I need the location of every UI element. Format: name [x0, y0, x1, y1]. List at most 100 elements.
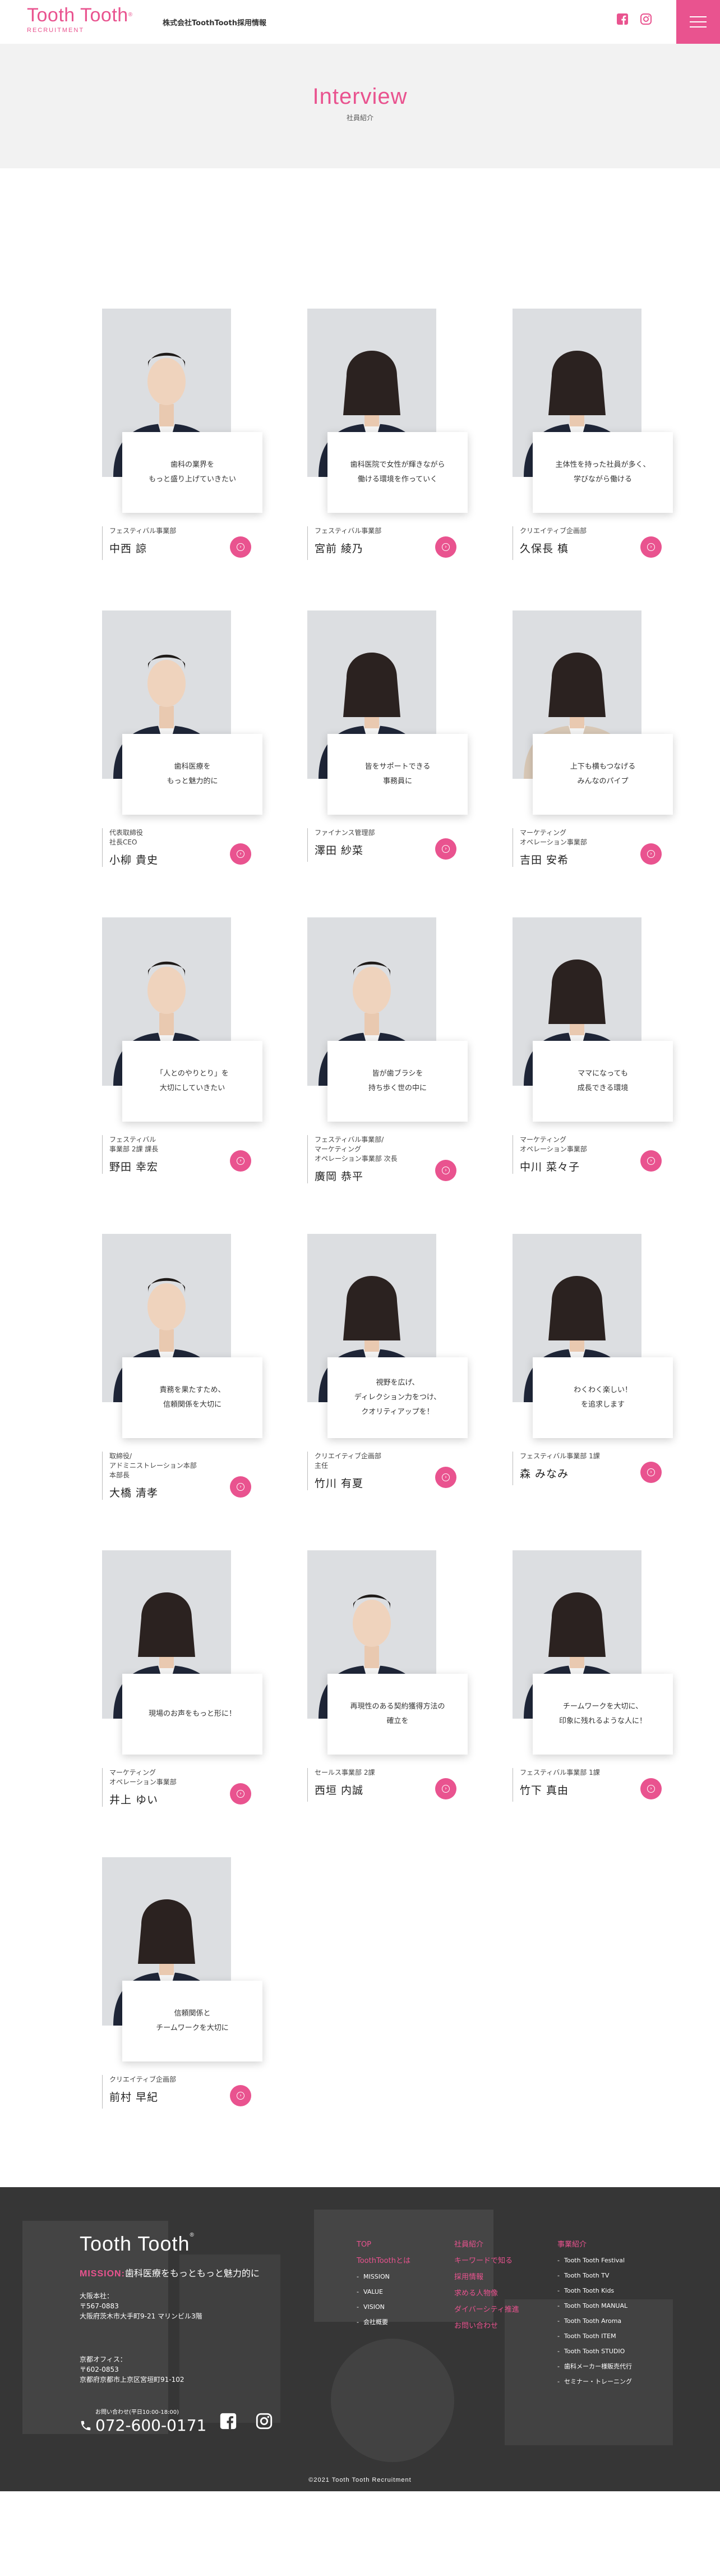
- facebook-icon[interactable]: [616, 12, 629, 26]
- member-info: フェスティバル事業部 宮前 綾乃 ›: [307, 526, 468, 560]
- site-header: Tooth Tooth® RECRUITMENT 株式会社ToothTooth採…: [0, 0, 720, 44]
- member-department: クリエイティブ企画部 主任: [315, 1452, 382, 1470]
- member-card[interactable]: ママになっても 成長できる環境 マーケティング オペレーション事業部 中川 菜々…: [513, 917, 673, 1183]
- member-name: 前村 早紀: [109, 2091, 159, 2104]
- arrow-right-icon: ›: [237, 1483, 244, 1491]
- footer-nav-business: 事業紹介 Tooth Tooth FestivalTooth Tooth TVT…: [557, 2237, 632, 2389]
- footer-nav-link[interactable]: 求める人物像: [454, 2285, 519, 2302]
- arrow-right-icon: ›: [647, 543, 655, 551]
- member-detail-button[interactable]: ›: [435, 1467, 456, 1488]
- member-name: 宮前 綾乃: [315, 543, 364, 555]
- footer-nav-link[interactable]: Tooth Tooth Kids: [557, 2283, 632, 2298]
- member-card[interactable]: 上下も横もつなげる みんなのパイプ マーケティング オペレーション事業部 吉田 …: [513, 610, 673, 867]
- footer-logo[interactable]: Tooth Tooth®: [80, 2232, 195, 2256]
- phone-icon: [81, 2421, 91, 2430]
- arrow-right-icon: ›: [647, 1468, 655, 1476]
- member-quote: 現場のお声をもっと形に！: [122, 1674, 262, 1755]
- logo-wordmark: Tooth Tooth®: [27, 4, 133, 26]
- footer-phone[interactable]: 072-600-0171: [80, 2416, 206, 2435]
- page-subtitle: 社員紹介: [346, 114, 373, 122]
- footer-nav-link[interactable]: Tooth Tooth Festival: [557, 2253, 632, 2268]
- footer-nav-link[interactable]: MISSION: [357, 2269, 410, 2284]
- member-card[interactable]: 視野を広げ、 ディレクション力をつけ、 クオリティアップを！ クリエイティブ企画…: [307, 1234, 468, 1500]
- footer-nav-link[interactable]: ダイバーシティ推進: [454, 2302, 519, 2318]
- member-card[interactable]: 再現性のある契約獲得方法の 確立を セールス事業部 2課 西垣 内誠 ›: [307, 1550, 468, 1807]
- site-logo[interactable]: Tooth Tooth® RECRUITMENT: [27, 4, 133, 34]
- member-quote: 歯科医院で女性が輝きながら 働ける環境を作っていく: [327, 432, 468, 513]
- member-card[interactable]: 現場のお声をもっと形に！ マーケティング オペレーション事業部 井上 ゆい ›: [102, 1550, 262, 1807]
- page-title-band: Interview 社員紹介: [0, 44, 720, 168]
- member-detail-button[interactable]: ›: [640, 536, 662, 558]
- arrow-right-icon: ›: [237, 1790, 244, 1798]
- member-card[interactable]: 歯科医院で女性が輝きながら 働ける環境を作っていく フェスティバル事業部 宮前 …: [307, 309, 468, 560]
- member-info: フェスティバル事業部 中西 諒 ›: [102, 526, 262, 560]
- footer-nav-link[interactable]: VALUE: [357, 2284, 410, 2299]
- footer-nav-link[interactable]: Tooth Tooth Aroma: [557, 2313, 632, 2329]
- footer-nav-business-title[interactable]: 事業紹介: [557, 2237, 632, 2253]
- instagram-icon[interactable]: [639, 12, 653, 26]
- footer-nav-link[interactable]: Tooth Tooth MANUAL: [557, 2298, 632, 2313]
- member-detail-button[interactable]: ›: [435, 838, 456, 860]
- footer-nav-link[interactable]: セミナー・トレーニング: [557, 2374, 632, 2389]
- member-card[interactable]: 「人とのやりとり」を 大切にしていきたい フェスティバル 事業部 2課 課長 野…: [102, 917, 262, 1183]
- member-detail-button[interactable]: ›: [230, 536, 251, 558]
- footer-nav-link[interactable]: 会社概要: [357, 2315, 410, 2330]
- footer-nav-link[interactable]: VISION: [357, 2299, 410, 2315]
- instagram-icon[interactable]: [255, 2412, 274, 2431]
- footer-nav-link[interactable]: 社員紹介: [454, 2237, 519, 2253]
- member-name: 大橋 清孝: [109, 1487, 159, 1499]
- member-quote: わくわく楽しい！ を追求します: [533, 1357, 673, 1438]
- member-info: フェスティバル 事業部 2課 課長 野田 幸宏 ›: [102, 1135, 262, 1174]
- footer-nav-link[interactable]: TOP: [357, 2237, 410, 2253]
- member-detail-button[interactable]: ›: [230, 1476, 251, 1498]
- member-card[interactable]: 信頼関係と チームワークを大切に クリエイティブ企画部 前村 早紀 ›: [102, 1857, 262, 2109]
- member-detail-button[interactable]: ›: [640, 1778, 662, 1799]
- member-detail-button[interactable]: ›: [230, 843, 251, 865]
- footer-nav-link[interactable]: Tooth Tooth STUDIO: [557, 2344, 632, 2359]
- member-detail-button[interactable]: ›: [640, 1462, 662, 1483]
- member-quote: 「人とのやりとり」を 大切にしていきたい: [122, 1041, 262, 1122]
- member-card[interactable]: 責務を果たすため、 信頼関係を大切に 取締役/ アドミニストレーション本部 本部…: [102, 1234, 262, 1500]
- footer-nav-link[interactable]: キーワードで知る: [454, 2253, 519, 2269]
- member-quote: チームワークを大切に、 印象に残れるような人に！: [533, 1674, 673, 1755]
- member-info: クリエイティブ企画部 久保長 槙 ›: [513, 526, 673, 560]
- arrow-right-icon: ›: [442, 1167, 450, 1174]
- footer-nav-link[interactable]: Tooth Tooth ITEM: [557, 2329, 632, 2344]
- arrow-right-icon: ›: [647, 1157, 655, 1165]
- menu-line-icon: [690, 16, 707, 17]
- member-card[interactable]: 皆が歯ブラシを 持ち歩く世の中に フェスティバル事業部/ マーケティング オペレ…: [307, 917, 468, 1183]
- member-card[interactable]: 歯科医療を もっと魅力的に 代表取締役 社長CEO 小柳 貴史 ›: [102, 610, 262, 867]
- member-card[interactable]: 歯科の業界を もっと盛り上げていきたい フェスティバル事業部 中西 諒 ›: [102, 309, 262, 560]
- member-detail-button[interactable]: ›: [230, 1150, 251, 1172]
- footer-nav-link[interactable]: ToothToothとは: [357, 2253, 410, 2269]
- member-detail-button[interactable]: ›: [435, 536, 456, 558]
- member-department: マーケティング オペレーション事業部: [109, 1769, 177, 1786]
- member-department: フェスティバル事業部/ マーケティング オペレーション事業部 次長: [315, 1136, 398, 1163]
- member-name: 野田 幸宏: [109, 1161, 159, 1173]
- member-name: 竹下 真由: [520, 1784, 569, 1797]
- member-quote: 歯科の業界を もっと盛り上げていきたい: [122, 432, 262, 513]
- member-card[interactable]: 皆をサポートできる 事務員に ファイナンス管理部 澤田 紗菜 ›: [307, 610, 468, 867]
- member-card[interactable]: 主体性を持った社員が多く、 学びながら働ける クリエイティブ企画部 久保長 槙 …: [513, 309, 673, 560]
- member-name: 森 みなみ: [520, 1468, 569, 1480]
- member-name: 吉田 安希: [520, 854, 569, 866]
- member-department: 取締役/ アドミニストレーション本部 本部長: [109, 1452, 197, 1479]
- member-card[interactable]: わくわく楽しい！ を追求します フェスティバル事業部 1課 森 みなみ ›: [513, 1234, 673, 1500]
- member-detail-button[interactable]: ›: [435, 1778, 456, 1799]
- member-card[interactable]: チームワークを大切に、 印象に残れるような人に！ フェスティバル事業部 1課 竹…: [513, 1550, 673, 1807]
- footer-nav-link[interactable]: お問い合わせ: [454, 2318, 519, 2334]
- member-quote: 再現性のある契約獲得方法の 確立を: [327, 1674, 468, 1755]
- member-detail-button[interactable]: ›: [435, 1160, 456, 1181]
- menu-button[interactable]: [676, 0, 720, 44]
- member-info: ファイナンス管理部 澤田 紗菜 ›: [307, 828, 468, 862]
- footer-nav-link[interactable]: 歯科メーカー様販売代行: [557, 2359, 632, 2374]
- member-detail-button[interactable]: ›: [230, 1783, 251, 1804]
- member-detail-button[interactable]: ›: [640, 843, 662, 865]
- arrow-right-icon: ›: [647, 1785, 655, 1793]
- header-social-links: [616, 12, 653, 26]
- member-detail-button[interactable]: ›: [230, 2085, 251, 2106]
- footer-nav-link[interactable]: Tooth Tooth TV: [557, 2268, 632, 2283]
- member-detail-button[interactable]: ›: [640, 1150, 662, 1172]
- footer-nav-link[interactable]: 採用情報: [454, 2269, 519, 2285]
- facebook-icon[interactable]: [219, 2412, 238, 2431]
